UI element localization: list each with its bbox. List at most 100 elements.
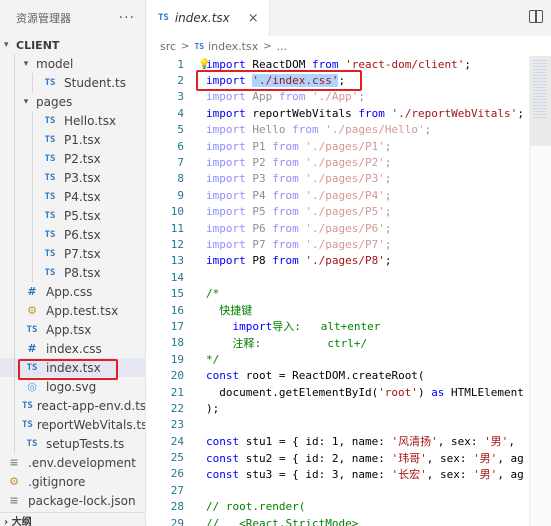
breadcrumb-file[interactable]: index.tsx — [208, 40, 258, 53]
code-text: document.getElementById('root') as HTMLE… — [184, 386, 524, 399]
tree-item-label: P1.tsx — [64, 132, 101, 147]
code-token: stu2 = { id: 2, name: — [239, 451, 392, 465]
code-token: ; — [384, 139, 392, 153]
workspace-section[interactable]: ▾ CLIENT — [0, 36, 145, 54]
typescript-icon: TS — [44, 115, 56, 126]
code-line: 6 import P1 from './pages/P1'; — [146, 138, 529, 154]
code-line: 3 import App from './App'; — [146, 89, 529, 105]
code-token: P1 — [245, 139, 273, 153]
code-token: ; — [517, 106, 524, 120]
code-token: import — [206, 156, 246, 170]
breadcrumb-folder[interactable]: src — [160, 40, 176, 53]
indent-guide — [14, 434, 15, 453]
code-token: './pages/P5' — [305, 205, 385, 219]
code-token: P3 — [245, 172, 273, 186]
tree-item-label: .gitignore — [28, 474, 86, 489]
code-text: const stu1 = { id: 1, name: '风清扬', sex: … — [184, 433, 515, 449]
code-text: import P8 from './pages/P8'; — [184, 254, 391, 267]
line-number: 4 — [177, 106, 184, 120]
tree-file[interactable]: TS reportWebVitals.ts — [0, 415, 145, 434]
breadcrumb-symbol[interactable]: ... — [277, 40, 288, 53]
tree-item-label: reportWebVitals.ts — [36, 417, 146, 432]
code-text: const stu2 = { id: 2, name: '玮哥', sex: '… — [184, 450, 524, 466]
line-number: 3 — [177, 90, 184, 104]
line-number: 1 — [177, 57, 184, 71]
line-number: 17 — [170, 319, 184, 333]
code-text: import ReactDOM from 'react-dom/client'; — [184, 58, 471, 71]
code-text: import P7 from './pages/P7'; — [184, 238, 391, 251]
tree-file[interactable]: TS P6.tsx — [0, 225, 145, 244]
code-line: 27 — [146, 482, 529, 498]
code-editor[interactable]: 1 import ReactDOM from 'react-dom/client'… — [146, 56, 529, 526]
line-number: 6 — [177, 139, 184, 153]
lightbulb-icon[interactable]: 💡 — [198, 59, 210, 70]
tree-file[interactable]: TS P1.tsx — [0, 130, 145, 149]
tree-file[interactable]: TS P7.tsx — [0, 244, 145, 263]
minimap[interactable] — [529, 56, 551, 526]
code-token: stu1 = { id: 1, name: — [239, 435, 392, 449]
tree-folder-pages[interactable]: ▾ pages — [0, 92, 145, 111]
tree-item-label: P2.tsx — [64, 151, 101, 166]
tree-item-label: index.tsx — [46, 360, 101, 375]
tree-file[interactable]: TS setupTests.ts — [0, 434, 145, 453]
typescript-icon: TS — [44, 248, 56, 259]
tree-item-label: .env.development — [28, 455, 136, 470]
tree-item-label: Hello.tsx — [64, 113, 117, 128]
code-line: 13 import P8 from './pages/P8'; — [146, 253, 529, 269]
code-token: , ag — [497, 451, 524, 465]
close-icon[interactable]: × — [248, 11, 259, 26]
document-icon: ≡ — [9, 494, 19, 507]
line-number: 8 — [177, 172, 184, 186]
line-number: 5 — [177, 123, 184, 137]
tree-item-label: P5.tsx — [64, 208, 101, 223]
tab-index-tsx[interactable]: TS index.tsx × — [146, 0, 270, 36]
indent-guide — [32, 225, 33, 244]
code-token: , ag — [497, 467, 524, 481]
tree-file[interactable]: # index.css — [0, 339, 145, 358]
tree-item-label: pages — [36, 94, 73, 109]
tree-file[interactable]: TS App.tsx — [0, 320, 145, 339]
tree-file[interactable]: TS Student.ts — [0, 73, 145, 92]
code-token: reportWebVitals — [245, 106, 359, 120]
code-token: P6 — [245, 221, 273, 235]
code-token: document.getElementById( — [206, 385, 379, 399]
indent-guide — [14, 73, 15, 92]
tree-file[interactable]: ⚙ .gitignore — [0, 472, 145, 491]
tree-file[interactable]: TS index.tsx — [0, 358, 145, 377]
tree-file[interactable]: ≡ .env.development — [0, 453, 145, 472]
tree-file[interactable]: TS P4.tsx — [0, 187, 145, 206]
code-token: ; — [358, 90, 365, 104]
line-number: 23 — [170, 418, 184, 432]
outline-section[interactable]: › 大纲 — [0, 512, 145, 526]
settings-file-icon: ⚙ — [9, 475, 19, 488]
chevron-right-icon: > — [263, 40, 272, 52]
tree-file[interactable]: TS P2.tsx — [0, 149, 145, 168]
code-token: './pages/P8' — [305, 254, 385, 268]
code-token: '男' — [473, 451, 498, 465]
typescript-icon: TS — [44, 210, 56, 221]
tree-file[interactable]: ◎ logo.svg — [0, 377, 145, 396]
split-editor-icon[interactable] — [529, 10, 543, 23]
tree-file[interactable]: TS P8.tsx — [0, 263, 145, 282]
tree-file[interactable]: ≡ package-lock.json — [0, 491, 145, 510]
code-line: 17 import导入: alt+enter — [146, 318, 529, 334]
tree-item-label: P8.tsx — [64, 265, 101, 280]
code-token: import — [206, 90, 246, 104]
indent-guide — [14, 282, 15, 301]
line-number: 9 — [177, 188, 184, 202]
code-token: 快捷键 — [206, 304, 253, 318]
indent-guide — [14, 187, 15, 206]
tree-file[interactable]: # App.css — [0, 282, 145, 301]
tree-file[interactable]: TS Hello.tsx — [0, 111, 145, 130]
indent-guide — [32, 130, 33, 149]
more-actions-icon[interactable]: ··· — [119, 10, 135, 26]
tree-file[interactable]: TS P3.tsx — [0, 168, 145, 187]
tree-item-label: P3.tsx — [64, 170, 101, 185]
code-token: const — [206, 467, 240, 481]
tree-folder-model[interactable]: ▾ model — [0, 54, 145, 73]
line-number: 27 — [170, 483, 184, 497]
tree-file[interactable]: TS react-app-env.d.ts — [0, 396, 145, 415]
tree-file[interactable]: TS P5.tsx — [0, 206, 145, 225]
tree-file[interactable]: ⚙ App.test.tsx — [0, 301, 145, 320]
typescript-icon: TS — [26, 362, 38, 373]
